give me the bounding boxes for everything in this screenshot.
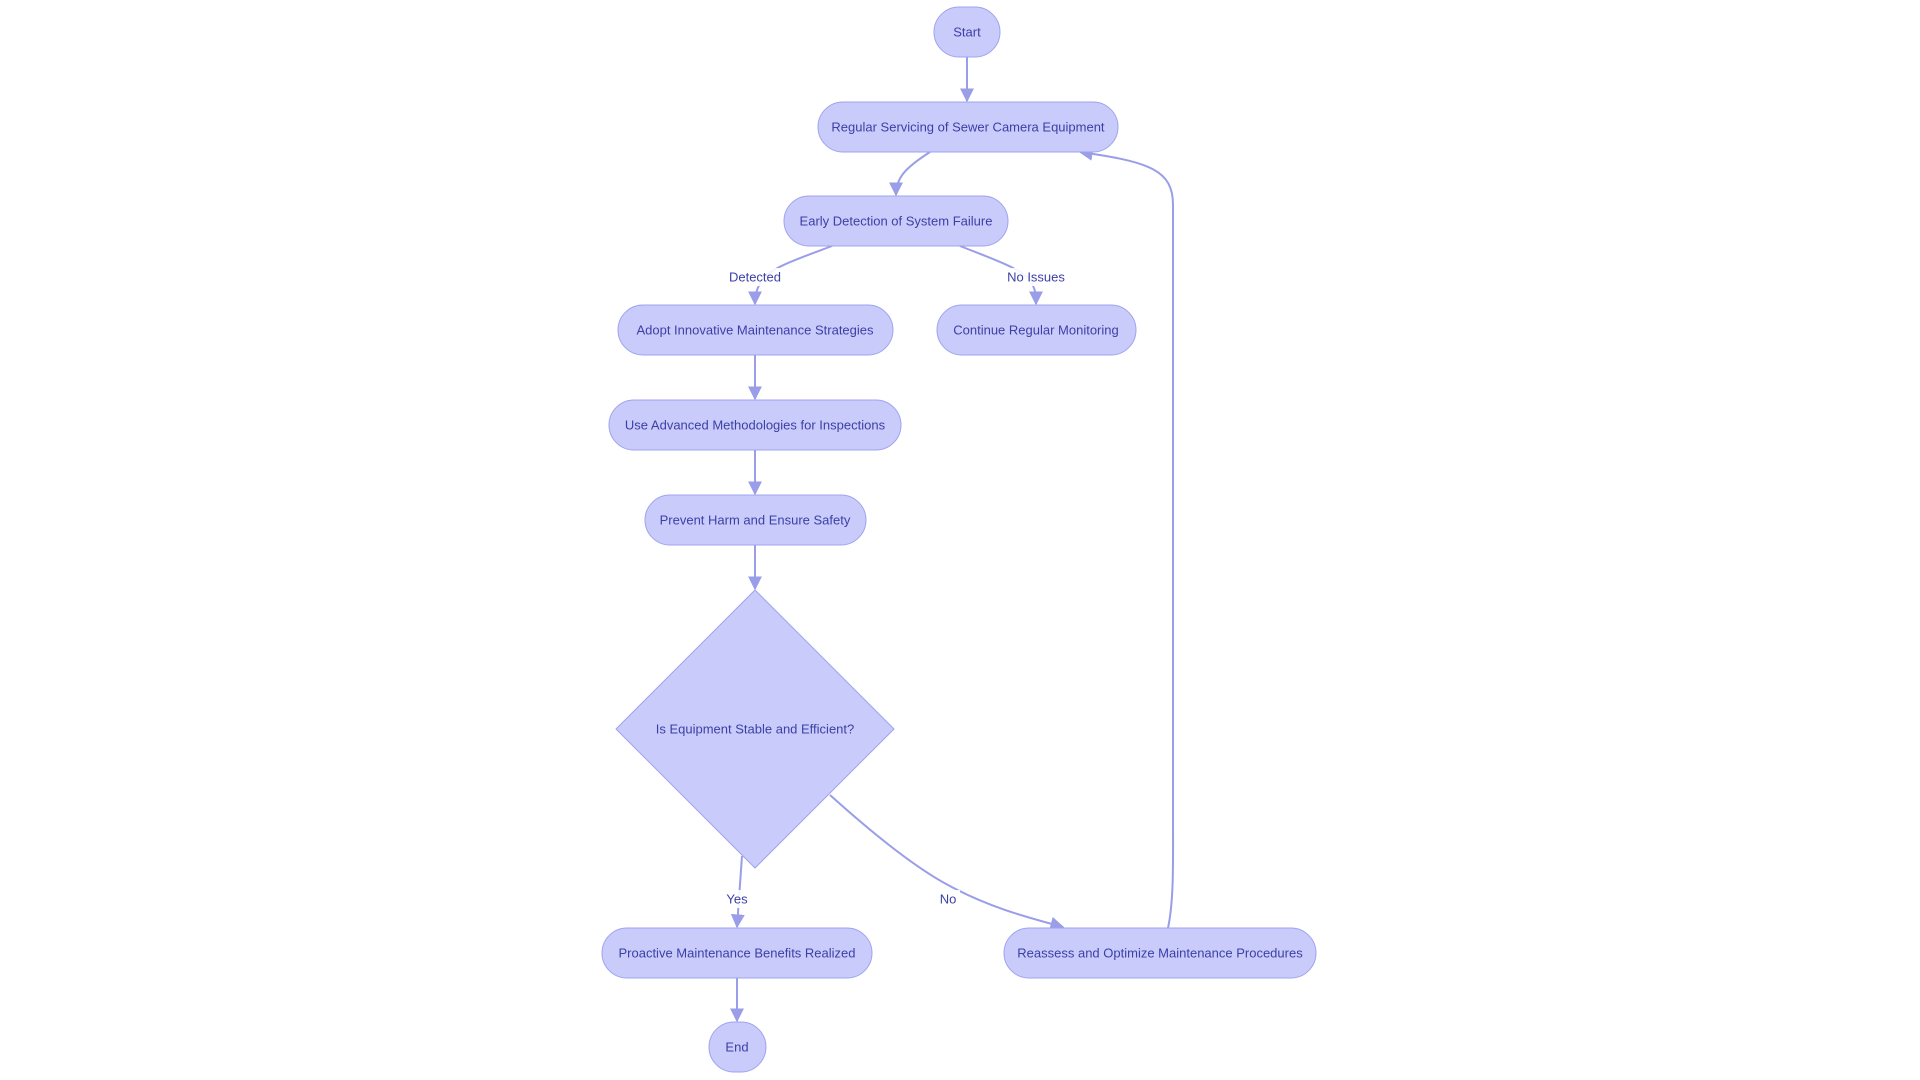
node-benefits-realized[interactable]: Proactive Maintenance Benefits Realized — [601, 927, 873, 979]
node-adopt-strategies-label: Adopt Innovative Maintenance Strategies — [636, 323, 874, 338]
flowchart: Detected No Issues Yes No Start Regular … — [601, 6, 1317, 1073]
node-early-detection[interactable]: Early Detection of System Failure — [783, 195, 1009, 247]
node-end[interactable]: End — [708, 1021, 767, 1073]
node-decision-label: Is Equipment Stable and Efficient? — [656, 722, 855, 737]
node-advanced-methodologies[interactable]: Use Advanced Methodologies for Inspectio… — [608, 399, 902, 451]
node-start-label: Start — [953, 25, 981, 40]
node-reassess-optimize[interactable]: Reassess and Optimize Maintenance Proced… — [1003, 927, 1317, 979]
node-decision[interactable]: Is Equipment Stable and Efficient? — [615, 589, 895, 869]
edge-label-no: No — [936, 890, 960, 908]
node-regular-servicing[interactable]: Regular Servicing of Sewer Camera Equipm… — [817, 101, 1119, 153]
edge-label-detected: Detected — [726, 268, 784, 286]
node-prevent-harm[interactable]: Prevent Harm and Ensure Safety — [644, 494, 867, 546]
node-adopt-strategies[interactable]: Adopt Innovative Maintenance Strategies — [617, 304, 894, 356]
node-regular-servicing-label: Regular Servicing of Sewer Camera Equipm… — [831, 120, 1105, 135]
node-start[interactable]: Start — [933, 6, 1001, 58]
edge-reassess-to-servicing — [1078, 146, 1175, 929]
edge-label-no-issues: No Issues — [1002, 268, 1070, 286]
edge-label-yes-text: Yes — [726, 892, 748, 907]
node-advanced-methodologies-label: Use Advanced Methodologies for Inspectio… — [625, 418, 886, 433]
node-benefits-realized-label: Proactive Maintenance Benefits Realized — [618, 946, 855, 961]
edge-servicing-to-detection — [889, 151, 931, 197]
node-reassess-optimize-label: Reassess and Optimize Maintenance Proced… — [1017, 946, 1303, 961]
node-early-detection-label: Early Detection of System Failure — [800, 214, 993, 229]
nodes: Start Regular Servicing of Sewer Camera … — [601, 6, 1317, 1073]
edge-label-no-text: No — [940, 892, 957, 907]
edge-label-no-issues-text: No Issues — [1007, 270, 1065, 285]
edge-label-detected-text: Detected — [729, 270, 781, 285]
node-end-label: End — [725, 1040, 748, 1055]
node-prevent-harm-label: Prevent Harm and Ensure Safety — [660, 513, 851, 528]
node-continue-monitoring[interactable]: Continue Regular Monitoring — [936, 304, 1137, 356]
node-continue-monitoring-label: Continue Regular Monitoring — [953, 323, 1118, 338]
edge-label-yes: Yes — [722, 890, 752, 908]
